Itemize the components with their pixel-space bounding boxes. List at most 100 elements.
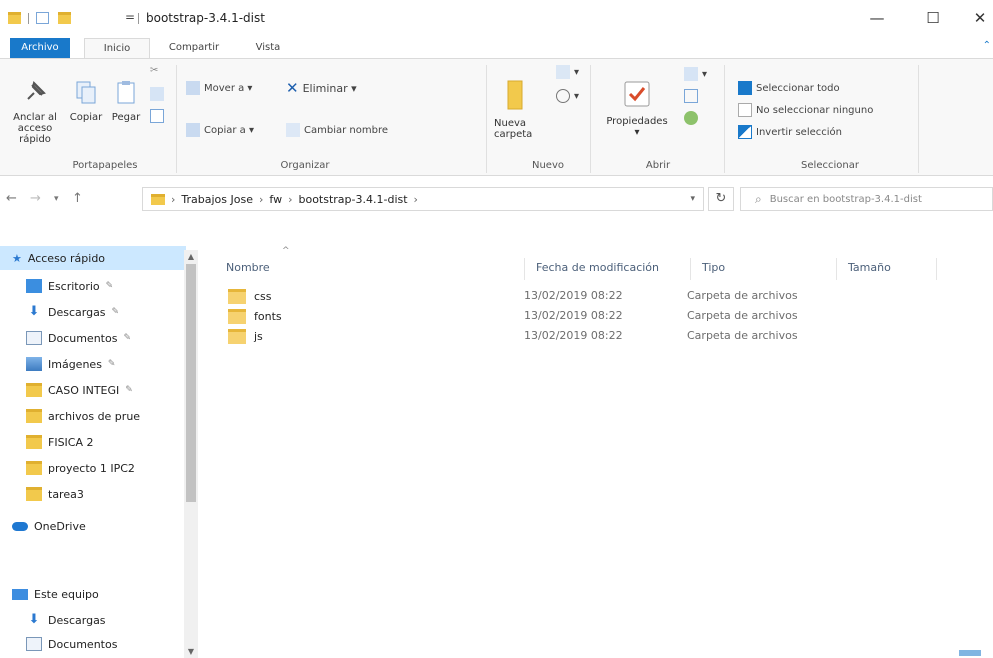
address-history-dropdown[interactable]: ▾ bbox=[690, 194, 695, 204]
rename-icon bbox=[286, 123, 300, 137]
chevron-down-icon: ▾ bbox=[574, 66, 580, 78]
divider[interactable] bbox=[690, 258, 691, 280]
nav-quick-access[interactable]: ★ Acceso rápido bbox=[0, 246, 186, 270]
ribbon-expand-icon[interactable]: ⌃ bbox=[983, 40, 991, 51]
pin-icon: ✎ bbox=[123, 333, 131, 343]
new-folder-button[interactable]: Nueva carpeta bbox=[494, 79, 536, 140]
divider bbox=[138, 13, 139, 24]
search-input[interactable]: ⌕ Buscar en bootstrap-3.4.1-dist bbox=[740, 187, 993, 211]
nav-item-tarea3[interactable]: tarea3 bbox=[0, 482, 186, 506]
rename-button[interactable]: Cambiar nombre bbox=[286, 123, 388, 137]
column-header-size[interactable]: Tamaño bbox=[842, 256, 934, 280]
back-button[interactable]: ← bbox=[6, 191, 17, 206]
divider[interactable] bbox=[836, 258, 837, 280]
paste-button[interactable]: Pegar bbox=[106, 79, 146, 123]
move-to-button[interactable]: Mover a ▾ bbox=[186, 81, 252, 95]
scroll-thumb[interactable] bbox=[186, 264, 196, 502]
chevron-right-icon: › bbox=[171, 192, 176, 206]
nav-item-proyecto-1-ipc2[interactable]: proyecto 1 IPC2 bbox=[0, 456, 186, 480]
open-button[interactable]: ▾ bbox=[684, 67, 707, 81]
forward-button[interactable]: → bbox=[30, 191, 41, 206]
easy-access-button[interactable]: ▾ bbox=[556, 89, 579, 103]
nav-this-pc[interactable]: Este equipo bbox=[0, 582, 186, 606]
cut-button[interactable]: ✂ bbox=[150, 65, 158, 76]
table-row[interactable]: js 13/02/2019 08:22 Carpeta de archivos bbox=[220, 326, 840, 346]
nav-quick-access-label: Acceso rápido bbox=[27, 251, 106, 265]
copy-button[interactable]: Copiar bbox=[66, 79, 106, 123]
divider bbox=[590, 65, 591, 173]
chevron-down-icon: ▾ bbox=[634, 127, 640, 138]
scroll-down-icon[interactable]: ▼ bbox=[184, 647, 198, 656]
column-header-type[interactable]: Tipo bbox=[696, 256, 836, 280]
nav-item-escritorio[interactable]: Escritorio ✎ bbox=[0, 274, 186, 298]
divider[interactable] bbox=[524, 258, 525, 280]
table-row[interactable]: fonts 13/02/2019 08:22 Carpeta de archiv… bbox=[220, 306, 840, 326]
table-row[interactable]: css 13/02/2019 08:22 Carpeta de archivos bbox=[220, 286, 840, 306]
properties-label: Propiedades bbox=[606, 116, 668, 127]
new-item-button[interactable]: ▾ bbox=[556, 65, 579, 79]
details-view-toggle[interactable] bbox=[959, 650, 981, 656]
paste-shortcut-button[interactable] bbox=[150, 109, 164, 123]
close-button[interactable]: ✕ bbox=[958, 6, 993, 30]
delete-button[interactable]: ✕ Eliminar ▾ bbox=[286, 79, 357, 97]
nav-onedrive[interactable]: OneDrive bbox=[0, 514, 186, 538]
column-header-name[interactable]: Nombre bbox=[220, 256, 520, 280]
tab-archivo[interactable]: Archivo bbox=[10, 38, 70, 58]
recent-locations-button[interactable]: ▾ bbox=[54, 194, 59, 204]
scroll-up-icon[interactable]: ▲ bbox=[184, 252, 198, 261]
file-date: 13/02/2019 08:22 bbox=[524, 289, 623, 302]
nav-pane-scrollbar[interactable]: ▲ ▼ bbox=[184, 250, 198, 658]
select-all-button[interactable]: Seleccionar todo bbox=[738, 81, 840, 95]
refresh-button[interactable]: ↻ bbox=[708, 187, 734, 211]
nav-item-fisica-2[interactable]: FISICA 2 bbox=[0, 430, 186, 454]
nav-item-label: Descargas bbox=[48, 305, 106, 319]
breadcrumb-item[interactable]: Trabajos Jose bbox=[181, 193, 253, 206]
nav-item-caso-integi[interactable]: CASO INTEGI ✎ bbox=[0, 378, 186, 402]
copy-path-button[interactable] bbox=[150, 87, 164, 101]
file-name: js bbox=[254, 330, 263, 343]
nav-item-label: CASO INTEGI bbox=[48, 383, 120, 397]
nav-item-descargas[interactable]: ⬇ Descargas ✎ bbox=[0, 300, 186, 324]
properties-button[interactable]: Propiedades ▾ bbox=[596, 79, 678, 138]
folder-icon bbox=[26, 435, 42, 449]
invert-selection-button[interactable]: Invertir selección bbox=[738, 125, 842, 139]
navigation-bar: ← → ▾ ↑ › Trabajos Jose › fw › bootstrap… bbox=[0, 182, 993, 216]
address-bar[interactable]: › Trabajos Jose › fw › bootstrap-3.4.1-d… bbox=[142, 187, 704, 211]
minimize-button[interactable]: — bbox=[855, 6, 899, 30]
nav-item-label: Documentos bbox=[48, 637, 118, 651]
select-none-button[interactable]: No seleccionar ninguno bbox=[738, 103, 873, 117]
divider bbox=[724, 65, 725, 173]
ribbon-tabs: Archivo Inicio Compartir Vista bbox=[0, 36, 993, 58]
ribbon: Anclar al acceso rápido Copiar Pegar ✂ P… bbox=[0, 58, 993, 176]
folder-icon bbox=[26, 409, 42, 423]
up-button[interactable]: ↑ bbox=[72, 191, 83, 206]
tab-compartir[interactable]: Compartir bbox=[156, 38, 232, 58]
folder-icon bbox=[228, 309, 246, 324]
copy-to-label: Copiar a ▾ bbox=[204, 124, 254, 136]
column-header-date[interactable]: Fecha de modificación bbox=[530, 256, 688, 280]
nav-this-pc-documentos[interactable]: Documentos bbox=[0, 632, 186, 656]
nav-item-archivos-de-prue[interactable]: archivos de prue bbox=[0, 404, 186, 428]
quick-access-toolbar-customize[interactable]: = bbox=[125, 10, 135, 24]
breadcrumb-item[interactable]: fw bbox=[269, 193, 282, 206]
invert-selection-icon bbox=[738, 125, 752, 139]
paste-shortcut-icon bbox=[150, 109, 164, 123]
edit-button[interactable] bbox=[684, 89, 698, 103]
divider[interactable] bbox=[936, 258, 937, 280]
nav-item-documentos[interactable]: Documentos ✎ bbox=[0, 326, 186, 350]
nav-this-pc-descargas[interactable]: ⬇ Descargas bbox=[0, 608, 186, 632]
history-button[interactable] bbox=[684, 111, 698, 125]
pin-icon: ✎ bbox=[105, 281, 114, 291]
properties-icon[interactable] bbox=[36, 12, 49, 24]
breadcrumb-item[interactable]: bootstrap-3.4.1-dist bbox=[298, 193, 407, 206]
paste-label: Pegar bbox=[111, 112, 141, 123]
pin-quick-access-button[interactable]: Anclar al acceso rápido bbox=[6, 79, 64, 145]
search-icon: ⌕ bbox=[755, 191, 762, 206]
copy-to-button[interactable]: Copiar a ▾ bbox=[186, 123, 254, 137]
maximize-button[interactable]: ☐ bbox=[911, 6, 955, 30]
nav-item-imagenes[interactable]: Imágenes ✎ bbox=[0, 352, 186, 376]
tab-vista[interactable]: Vista bbox=[240, 38, 296, 58]
new-folder-icon[interactable] bbox=[58, 12, 71, 24]
chevron-right-icon[interactable]: › bbox=[414, 193, 418, 206]
tab-inicio[interactable]: Inicio bbox=[84, 38, 150, 58]
